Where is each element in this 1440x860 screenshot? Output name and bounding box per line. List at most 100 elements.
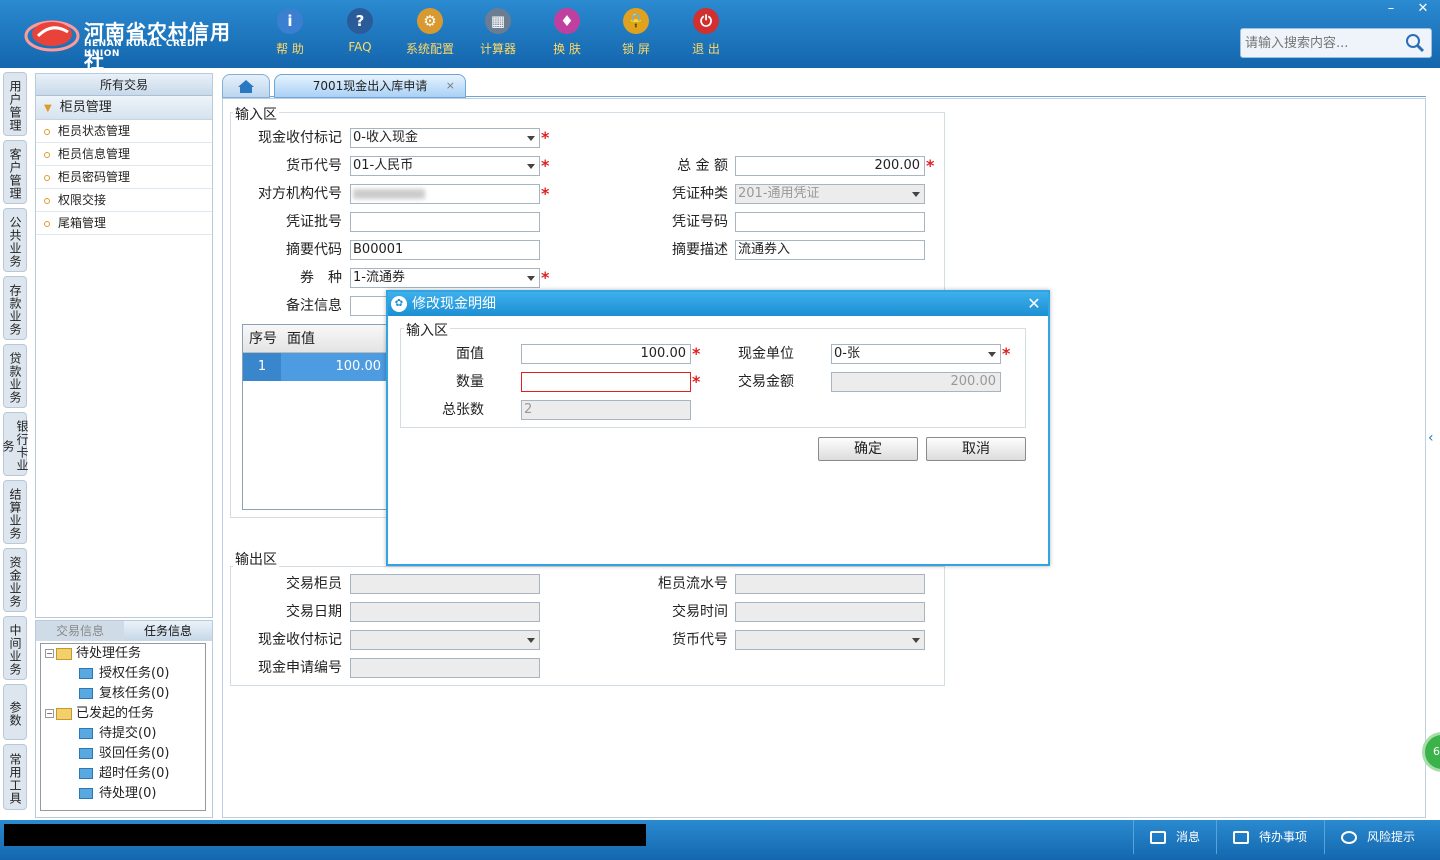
nav-header[interactable]: 所有交易 [36,74,212,96]
todo-label: 待办事项 [1259,830,1308,844]
voucher-no-field[interactable] [735,212,925,232]
left-tab-3[interactable]: 存款业务 [3,276,27,340]
tree-node-label: 驳回任务(0) [99,746,170,761]
message-button[interactable]: 消息 [1133,820,1225,854]
tab-task-info[interactable]: 任务信息 [124,621,212,641]
search-input[interactable] [1241,29,1401,57]
coupon-type-select[interactable]: 1-流通券 [350,268,540,288]
left-tab-4[interactable]: 贷款业务 [3,344,27,408]
coupon-type-value: 1-流通券 [353,270,405,285]
time-field [735,602,925,622]
grid-header: 序号 面值 [243,325,387,353]
voucher-type-select[interactable]: 201-通用凭证 [735,184,925,204]
teller-field [350,574,540,594]
home-tab[interactable] [222,74,270,98]
toolbar-toolbox-button[interactable]: ⚙ 系统配置 [400,8,460,57]
collapse-icon[interactable]: − [45,709,54,718]
tree-node-label: 超时任务(0) [99,766,170,781]
nav-item-4[interactable]: 尾箱管理 [36,212,212,235]
left-tab-7[interactable]: 资金业务 [3,548,27,612]
confirm-button[interactable]: 确定 [818,437,918,461]
folder-leaf-icon [79,768,93,779]
tree-node[interactable]: 待处理(0) [79,784,156,804]
left-tab-9[interactable]: 参数 [3,684,27,740]
cash-unit-label: 现金单位 [738,346,794,362]
collapse-icon[interactable]: − [45,649,54,658]
required-icon: * [692,372,701,391]
currency-select[interactable]: 01-人民币 [350,156,540,176]
total-amount-field[interactable]: 200.00 [735,156,925,176]
toolbar-info-button[interactable]: i 帮 助 [260,8,320,57]
dialog-close-button[interactable]: ✕ [1024,292,1044,316]
cash-detail-grid: 序号 面值 1 100.00 [242,324,388,510]
quantity-field[interactable] [521,372,691,392]
nav-item-label: 柜员状态管理 [58,124,131,138]
tree-node[interactable]: − 已发起的任务 [45,704,154,724]
left-tab-8[interactable]: 中间业务 [3,616,27,680]
left-tab-10[interactable]: 常用工具 [3,744,27,810]
risk-button[interactable]: 风险提示 [1324,820,1440,854]
tab-transaction-info[interactable]: 交易信息 [36,621,124,641]
cash-flag-select[interactable]: 0-收入现金 [350,128,540,148]
org-code-label: 对方机构代号 [258,186,342,202]
tree-node[interactable]: 驳回任务(0) [79,744,169,764]
lock-icon: 🔒 [623,8,649,34]
left-tab-1[interactable]: 客户管理 [3,140,27,204]
left-tab-5[interactable]: 银行卡业务 [1,412,29,476]
left-tab-6[interactable]: 结算业务 [3,480,27,544]
bullet-icon [44,128,50,135]
left-tab-2[interactable]: 公共业务 [3,208,27,272]
chevron-down-icon [527,136,535,141]
out-currency-select[interactable] [735,630,925,650]
remark-field[interactable] [350,296,390,316]
tree-node-label: 复核任务(0) [99,686,170,701]
toolbar-power-button[interactable]: ⏻ 退 出 [676,8,736,57]
info-icon: i [277,8,303,34]
cash-unit-select[interactable]: 0-张 [831,344,1001,364]
todo-button[interactable]: 待办事项 [1216,820,1324,854]
toolbar-help-button[interactable]: ? FAQ [330,8,390,54]
minimize-button[interactable]: – [1376,0,1406,18]
nav-item-3[interactable]: 权限交接 [36,189,212,212]
tree-node[interactable]: 超时任务(0) [79,764,169,784]
voucher-no-label: 凭证号码 [672,214,728,230]
dialog-title-bar[interactable]: ✿ 修改现金明细 ✕ [388,292,1048,316]
toolbar-calculator-button[interactable]: ▦ 计算器 [468,8,528,57]
tab-7001[interactable]: 7001现金出入库申请 × [274,74,466,98]
bullet-icon [44,151,50,158]
face-value-label: 面值 [456,346,484,362]
nav-group-teller[interactable]: ▼ 柜员管理 [36,96,212,120]
tree-node-label: 待提交(0) [99,726,157,741]
toolbar-lock-button[interactable]: 🔒 锁 屏 [606,8,666,57]
nav-item-0[interactable]: 柜员状态管理 [36,120,212,143]
search-icon[interactable] [1405,33,1425,53]
summary-desc-field[interactable]: 流通券入 [735,240,925,260]
table-row[interactable]: 1 100.00 [243,353,387,381]
speech-bubble-icon [1341,831,1357,844]
coupon-type-label: 券 种 [300,270,342,286]
tab-close-icon[interactable]: × [446,75,455,97]
nav-item-2[interactable]: 柜员密码管理 [36,166,212,189]
apply-no-label: 现金申请编号 [258,660,342,676]
tree-node-label: 授权任务(0) [99,666,170,681]
close-window-button[interactable]: ✕ [1408,0,1438,18]
required-icon: * [541,184,550,203]
summary-code-field[interactable]: B00001 [350,240,540,260]
out-cash-flag-select[interactable] [350,630,540,650]
nav-item-label: 柜员密码管理 [58,170,131,184]
checkbox-icon [1233,831,1249,844]
tree-node[interactable]: 授权任务(0) [79,664,169,684]
tree-node[interactable]: − 待处理任务 [45,644,141,664]
face-value-field[interactable]: 100.00 [521,344,691,364]
toolbar-shirt-button[interactable]: ♦ 换 肤 [537,8,597,57]
org-code-field[interactable] [350,184,540,204]
tree-node[interactable]: 待提交(0) [79,724,156,744]
required-icon: * [926,156,935,175]
status-message-area [4,824,646,846]
left-tab-0[interactable]: 用户管理 [3,72,27,136]
voucher-batch-field[interactable] [350,212,540,232]
tree-node[interactable]: 复核任务(0) [79,684,169,704]
collapse-arrow-icon[interactable]: ‹ [1428,430,1440,460]
nav-item-1[interactable]: 柜员信息管理 [36,143,212,166]
cancel-button[interactable]: 取消 [926,437,1026,461]
